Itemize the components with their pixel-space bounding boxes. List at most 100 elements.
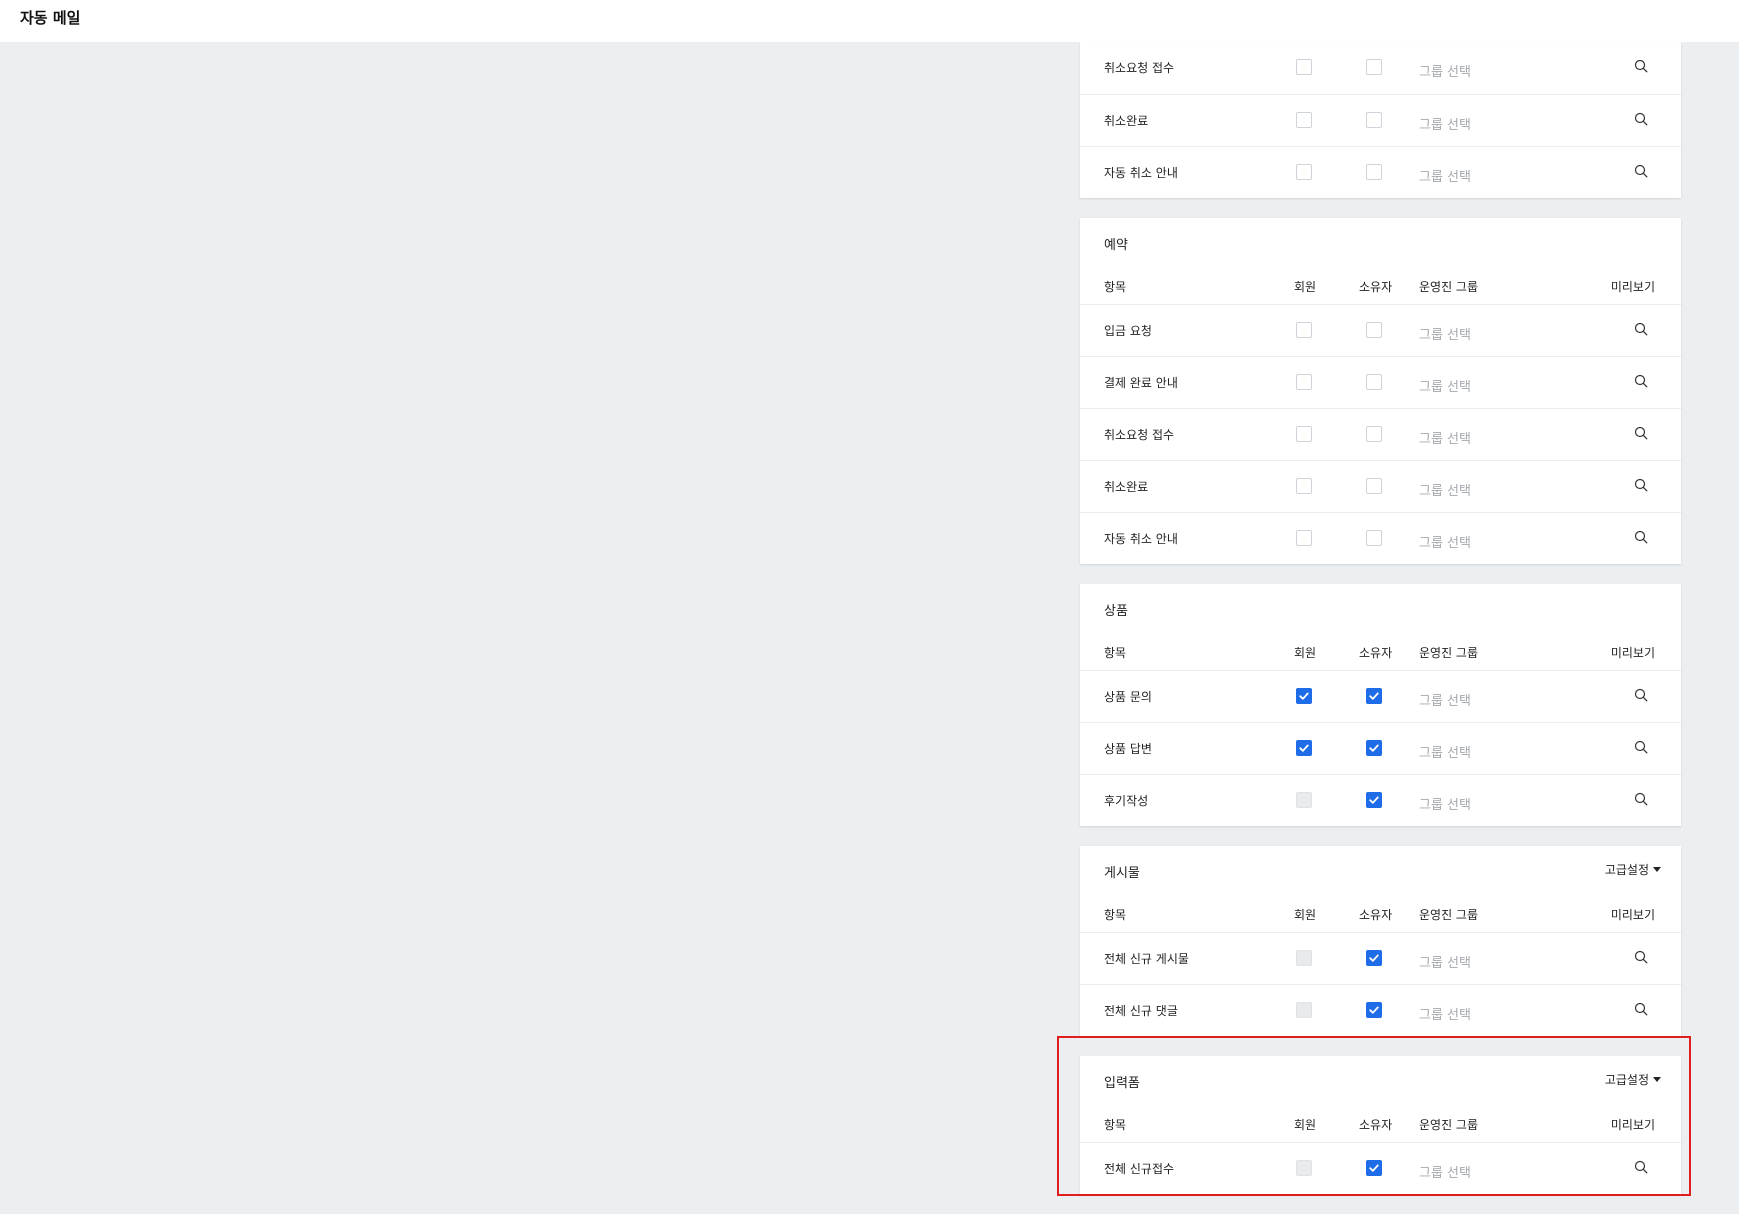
- group-select[interactable]: 그룹 선택: [1419, 376, 1471, 395]
- row-label: 상품 답변: [1104, 742, 1152, 756]
- member-checkbox[interactable]: [1296, 322, 1312, 338]
- section-title: 게시물: [1104, 866, 1140, 881]
- member-checkbox[interactable]: [1296, 112, 1312, 128]
- section-title: 상품: [1104, 604, 1128, 619]
- group-select[interactable]: 그룹 선택: [1419, 952, 1471, 971]
- member-checkbox: [1296, 792, 1312, 808]
- table-row: 입금 요청 그룹 선택: [1080, 304, 1681, 356]
- search-icon[interactable]: [1631, 475, 1651, 495]
- owner-checkbox[interactable]: [1366, 950, 1382, 966]
- advanced-settings-button[interactable]: 고급설정: [1605, 861, 1661, 878]
- col-member: 회원: [1294, 908, 1317, 922]
- member-checkbox[interactable]: [1296, 478, 1312, 494]
- column-header: 항목 회원 소유자 운영진 그룹 미리보기: [1080, 636, 1681, 670]
- advanced-label: 고급설정: [1604, 863, 1649, 877]
- group-select[interactable]: 그룹 선택: [1419, 324, 1471, 343]
- owner-checkbox[interactable]: [1366, 792, 1382, 808]
- section-title: 예약: [1104, 238, 1128, 253]
- col-owner: 소유자: [1359, 280, 1393, 294]
- owner-checkbox[interactable]: [1366, 59, 1382, 75]
- col-preview: 미리보기: [1610, 280, 1655, 294]
- table-row: 후기작성 그룹 선택: [1080, 774, 1681, 826]
- col-group: 운영진 그룹: [1419, 280, 1479, 294]
- table-row: 취소완료 그룹 선택: [1080, 94, 1681, 146]
- section-title: 입력폼: [1104, 1076, 1140, 1091]
- group-select[interactable]: 그룹 선택: [1419, 742, 1471, 761]
- search-icon[interactable]: [1631, 999, 1651, 1019]
- section-card-prev: 취소요청 접수 그룹 선택 취소완료 그룹 선택 자동 취소 안내 그룹 선택: [1080, 42, 1681, 198]
- group-select[interactable]: 그룹 선택: [1419, 690, 1471, 709]
- col-member: 회원: [1294, 646, 1317, 660]
- member-checkbox[interactable]: [1296, 164, 1312, 180]
- group-select[interactable]: 그룹 선택: [1419, 794, 1471, 813]
- owner-checkbox[interactable]: [1366, 688, 1382, 704]
- owner-checkbox[interactable]: [1366, 426, 1382, 442]
- search-icon[interactable]: [1631, 56, 1651, 76]
- owner-checkbox[interactable]: [1366, 164, 1382, 180]
- col-item: 항목: [1104, 280, 1127, 294]
- col-preview: 미리보기: [1610, 908, 1655, 922]
- advanced-settings-button[interactable]: 고급설정: [1605, 1071, 1661, 1088]
- owner-checkbox[interactable]: [1366, 1160, 1382, 1176]
- col-owner: 소유자: [1359, 908, 1393, 922]
- search-icon[interactable]: [1631, 527, 1651, 547]
- mail-settings-list: 취소요청 접수 그룹 선택 취소완료 그룹 선택 자동 취소 안내 그룹 선택 …: [1080, 42, 1681, 1214]
- search-icon[interactable]: [1631, 161, 1651, 181]
- member-checkbox[interactable]: [1296, 59, 1312, 75]
- table-row: 자동 취소 안내 그룹 선택: [1080, 512, 1681, 564]
- search-icon[interactable]: [1631, 319, 1651, 339]
- owner-checkbox[interactable]: [1366, 112, 1382, 128]
- column-header: 항목 회원 소유자 운영진 그룹 미리보기: [1080, 898, 1681, 932]
- row-label: 전체 신규 게시물: [1104, 952, 1189, 966]
- row-label: 전체 신규접수: [1104, 1162, 1175, 1176]
- group-select[interactable]: 그룹 선택: [1419, 532, 1471, 551]
- section-card-product: 상품 항목 회원 소유자 운영진 그룹 미리보기 상품 문의 그룹 선택 상품 …: [1080, 584, 1681, 826]
- group-select[interactable]: 그룹 선택: [1419, 1162, 1471, 1181]
- row-label: 취소요청 접수: [1104, 61, 1175, 75]
- group-select[interactable]: 그룹 선택: [1419, 480, 1471, 499]
- member-checkbox: [1296, 1160, 1312, 1176]
- owner-checkbox[interactable]: [1366, 322, 1382, 338]
- top-bar: 자동 메일: [0, 0, 1739, 42]
- col-owner: 소유자: [1359, 1118, 1393, 1132]
- table-row: 취소완료 그룹 선택: [1080, 460, 1681, 512]
- group-select[interactable]: 그룹 선택: [1419, 166, 1471, 185]
- table-row: 상품 답변 그룹 선택: [1080, 722, 1681, 774]
- row-label: 후기작성: [1104, 794, 1149, 808]
- col-member: 회원: [1294, 280, 1317, 294]
- member-checkbox[interactable]: [1296, 740, 1312, 756]
- row-label: 자동 취소 안내: [1104, 166, 1178, 180]
- search-icon[interactable]: [1631, 737, 1651, 757]
- owner-checkbox[interactable]: [1366, 478, 1382, 494]
- search-icon[interactable]: [1631, 371, 1651, 391]
- search-icon[interactable]: [1631, 789, 1651, 809]
- col-owner: 소유자: [1359, 646, 1393, 660]
- table-row: 결제 완료 안내 그룹 선택: [1080, 356, 1681, 408]
- row-label: 입금 요청: [1104, 324, 1152, 338]
- group-select[interactable]: 그룹 선택: [1419, 61, 1471, 80]
- member-checkbox[interactable]: [1296, 688, 1312, 704]
- search-icon[interactable]: [1631, 423, 1651, 443]
- search-icon[interactable]: [1631, 685, 1651, 705]
- owner-checkbox[interactable]: [1366, 530, 1382, 546]
- search-icon[interactable]: [1631, 947, 1651, 967]
- member-checkbox[interactable]: [1296, 530, 1312, 546]
- member-checkbox[interactable]: [1296, 426, 1312, 442]
- section-header: 예약: [1080, 218, 1681, 270]
- member-checkbox[interactable]: [1296, 374, 1312, 390]
- group-select[interactable]: 그룹 선택: [1419, 428, 1471, 447]
- row-label: 취소완료: [1104, 480, 1149, 494]
- owner-checkbox[interactable]: [1366, 374, 1382, 390]
- col-preview: 미리보기: [1610, 1118, 1655, 1132]
- section-header: 입력폼 고급설정: [1080, 1056, 1681, 1108]
- col-group: 운영진 그룹: [1419, 1118, 1479, 1132]
- owner-checkbox[interactable]: [1366, 740, 1382, 756]
- group-select[interactable]: 그룹 선택: [1419, 114, 1471, 133]
- group-select[interactable]: 그룹 선택: [1419, 1004, 1471, 1023]
- section-header: 게시물 고급설정: [1080, 846, 1681, 898]
- owner-checkbox[interactable]: [1366, 1002, 1382, 1018]
- col-group: 운영진 그룹: [1419, 908, 1479, 922]
- search-icon[interactable]: [1631, 109, 1651, 129]
- col-item: 항목: [1104, 908, 1127, 922]
- search-icon[interactable]: [1631, 1157, 1651, 1177]
